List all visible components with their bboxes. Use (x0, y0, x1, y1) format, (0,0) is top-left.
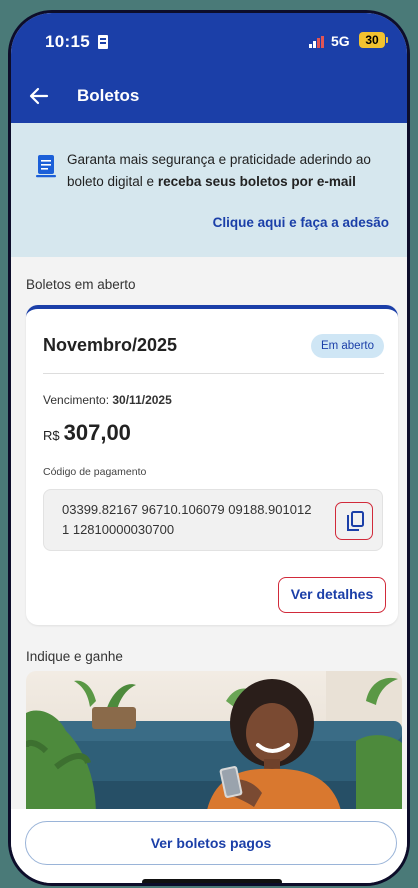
boleto-card: Novembro/2025 Em aberto Vencimento: 30/1… (26, 305, 398, 625)
app-bar: Boletos (11, 69, 407, 123)
sim-card-icon (98, 35, 108, 49)
card-divider (43, 373, 384, 374)
copy-icon (347, 511, 364, 531)
open-boletos-heading: Boletos em aberto (26, 277, 136, 292)
email-boleto-banner: Garanta mais segurança e praticidade ade… (11, 123, 407, 257)
referral-heading: Indique e ganhe (26, 649, 123, 664)
document-icon (36, 155, 56, 178)
home-indicator[interactable] (142, 879, 282, 883)
adhesion-link[interactable]: Clique aqui e faça a adesão (213, 215, 389, 230)
arrow-left-icon[interactable] (25, 82, 53, 110)
banner-message: Garanta mais segurança e praticidade ade… (67, 152, 371, 189)
page-title: Boletos (77, 86, 140, 105)
status-bar: 10:15 5G 30 (11, 13, 407, 69)
due-date: Vencimento: 30/11/2025 (43, 393, 172, 407)
payment-code: 03399.82167 96710.106079 09188.901012 1 … (62, 502, 312, 537)
status-time: 10:15 (45, 32, 90, 51)
view-details-button[interactable]: Ver detalhes (278, 577, 386, 613)
woman-on-sofa-illustration (26, 671, 402, 815)
boleto-month: Novembro/2025 (43, 335, 178, 355)
payment-code-box: 03399.82167 96710.106079 09188.901012 1 … (43, 489, 383, 551)
payment-code-label: Código de pagamento (43, 466, 147, 478)
network-type: 5G (331, 33, 350, 49)
boleto-amount: R$ 307,00 (43, 420, 131, 445)
status-badge: Em aberto (310, 334, 384, 358)
signal-icon (309, 36, 324, 48)
bottom-action-bar: Ver boletos pagos (11, 809, 407, 883)
referral-banner-image[interactable] (26, 671, 402, 815)
copy-code-button[interactable] (335, 502, 373, 540)
battery-icon: 30 (359, 32, 388, 48)
phone-frame: 10:15 5G 30 Boletos Garanta mais seguran… (8, 10, 410, 886)
view-paid-boletos-button[interactable]: Ver boletos pagos (25, 821, 397, 865)
